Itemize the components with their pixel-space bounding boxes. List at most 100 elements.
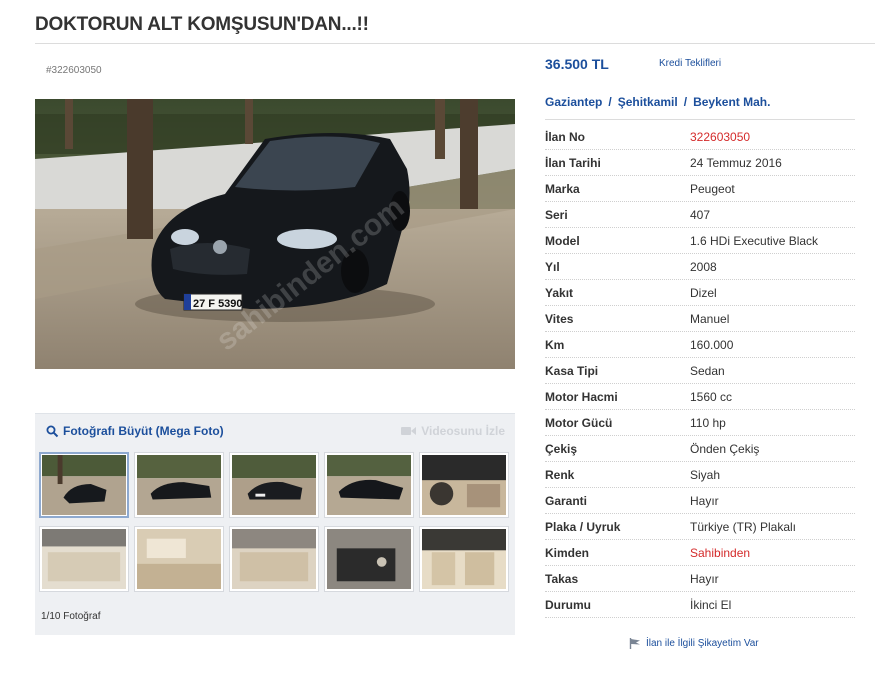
spec-key: Yıl	[545, 259, 560, 274]
spec-value: Türkiye (TR) Plakalı	[690, 519, 797, 534]
spec-key: Çekiş	[545, 441, 578, 456]
spec-row: Kimden Sahibinden	[545, 540, 855, 566]
report-label: İlan ile İlgili Şikayetim Var	[646, 638, 759, 649]
spec-row: Kasa Tipi Sedan	[545, 358, 855, 384]
thumbnail-8[interactable]	[229, 526, 319, 592]
spec-value: 1.6 HDi Executive Black	[690, 233, 819, 248]
spec-value: 2008	[690, 259, 717, 274]
ad-number-label: #322603050	[46, 65, 102, 76]
thumbnail-5[interactable]	[419, 452, 509, 518]
spec-value: Manuel	[690, 311, 730, 326]
thumbnail-2[interactable]	[134, 452, 224, 518]
thumbnail-10[interactable]	[419, 526, 509, 592]
spec-row: Motor Hacmi 1560 cc	[545, 384, 855, 410]
spec-row: Motor Gücü 110 hp	[545, 410, 855, 436]
location-divider	[545, 119, 855, 120]
spec-row: Km 160.000	[545, 332, 855, 358]
spec-value: Önden Çekiş	[690, 441, 760, 456]
spec-row: Model 1.6 HDi Executive Black	[545, 228, 855, 254]
report-listing-link[interactable]: İlan ile İlgili Şikayetim Var	[629, 638, 759, 649]
spec-row: Vites Manuel	[545, 306, 855, 332]
spec-value: 110 hp	[690, 415, 726, 430]
spec-row: Yakıt Dizel	[545, 280, 855, 306]
mega-photo-label: Fotoğrafı Büyüt (Mega Foto)	[63, 424, 224, 438]
thumbnail-1[interactable]	[39, 452, 129, 518]
credit-offers-link[interactable]: Kredi Teklifleri	[659, 58, 721, 69]
spec-value: Peugeot	[690, 181, 735, 196]
thumbnail-image	[232, 455, 316, 515]
spec-key: Km	[545, 337, 565, 352]
spec-value: 1560 cc	[690, 389, 733, 404]
spec-key: Plaka / Uyruk	[545, 519, 621, 534]
spec-row: İlan Tarihi 24 Temmuz 2016	[545, 150, 855, 176]
mega-photo-link[interactable]: Fotoğrafı Büyüt (Mega Foto)	[46, 424, 224, 438]
spec-key: Garanti	[545, 493, 588, 508]
spec-row: İlan No 322603050	[545, 124, 855, 150]
spec-key: Takas	[545, 571, 579, 586]
thumbnail-image	[137, 455, 221, 515]
spec-value: Hayır	[690, 493, 719, 508]
photo-count: 1/10 Fotoğraf	[41, 611, 101, 622]
thumbnail-3[interactable]	[229, 452, 319, 518]
spec-row: Plaka / Uyruk Türkiye (TR) Plakalı	[545, 514, 855, 540]
thumbnail-6[interactable]	[39, 526, 129, 592]
spec-row: Çekiş Önden Çekiş	[545, 436, 855, 462]
breadcrumb-separator: /	[683, 95, 688, 109]
spec-key: Seri	[545, 207, 568, 222]
location-breadcrumb: Gaziantep / Şehitkamil / Beykent Mah.	[545, 95, 770, 109]
spec-key: Motor Hacmi	[545, 389, 618, 404]
spec-row: Durumu İkinci El	[545, 592, 855, 618]
spec-key: Kimden	[545, 545, 590, 560]
plate-text: 27 F 5390	[193, 298, 243, 310]
listing-title: DOKTORUN ALT KOMŞUSUN'DAN...!!	[35, 14, 369, 35]
spec-value: Dizel	[690, 285, 717, 300]
spec-row: Takas Hayır	[545, 566, 855, 592]
spec-key: Kasa Tipi	[545, 363, 599, 378]
spec-key: Yakıt	[545, 285, 574, 300]
location-district-link[interactable]: Şehitkamil	[618, 95, 678, 109]
car-photo: 27 F 5390 sahibinden.com	[35, 99, 515, 369]
price: 36.500 TL	[545, 56, 609, 72]
spec-row: Marka Peugeot	[545, 176, 855, 202]
thumbnail-image	[137, 529, 221, 589]
thumbnail-image	[422, 455, 506, 515]
spec-key: Vites	[545, 311, 574, 326]
main-photo[interactable]: 27 F 5390 sahibinden.com	[35, 99, 515, 369]
video-camera-icon	[401, 427, 417, 435]
thumbnail-4[interactable]	[324, 452, 414, 518]
spec-key: İlan Tarihi	[545, 155, 601, 170]
search-icon	[46, 425, 59, 437]
video-label: Videosunu İzle	[421, 424, 505, 438]
spec-value: Sahibinden	[690, 545, 751, 560]
thumbnail-grid	[39, 452, 509, 592]
spec-value: Hayır	[690, 571, 719, 586]
thumbnail-image	[232, 529, 316, 589]
watch-video-link[interactable]: Videosunu İzle	[401, 424, 505, 438]
spec-value: İkinci El	[690, 597, 732, 612]
spec-key: Model	[545, 233, 580, 248]
spec-key: İlan No	[545, 129, 586, 144]
photo-gallery: Fotoğrafı Büyüt (Mega Foto) Videosunu İz…	[35, 413, 515, 635]
location-neighborhood-link[interactable]: Beykent Mah.	[693, 95, 770, 109]
spec-row: Renk Siyah	[545, 462, 855, 488]
spec-value: 322603050	[690, 129, 751, 144]
location-city-link[interactable]: Gaziantep	[545, 95, 602, 109]
flag-icon	[629, 638, 640, 649]
spec-value: 24 Temmuz 2016	[690, 155, 782, 170]
thumbnail-7[interactable]	[134, 526, 224, 592]
spec-row: Seri 407	[545, 202, 855, 228]
thumbnail-image	[327, 455, 411, 515]
spec-key: Renk	[545, 467, 575, 482]
spec-value: 160.000	[690, 337, 734, 352]
thumbnail-9[interactable]	[324, 526, 414, 592]
thumbnail-image	[327, 529, 411, 589]
spec-value: Sedan	[690, 363, 725, 378]
spec-key: Durumu	[545, 597, 591, 612]
thumbnail-image	[422, 529, 506, 589]
spec-key: Marka	[545, 181, 580, 196]
spec-row: Yıl 2008	[545, 254, 855, 280]
breadcrumb-separator: /	[608, 95, 612, 109]
spec-value: Siyah	[690, 467, 721, 482]
spec-row: Garanti Hayır	[545, 488, 855, 514]
thumbnail-image	[42, 529, 126, 589]
